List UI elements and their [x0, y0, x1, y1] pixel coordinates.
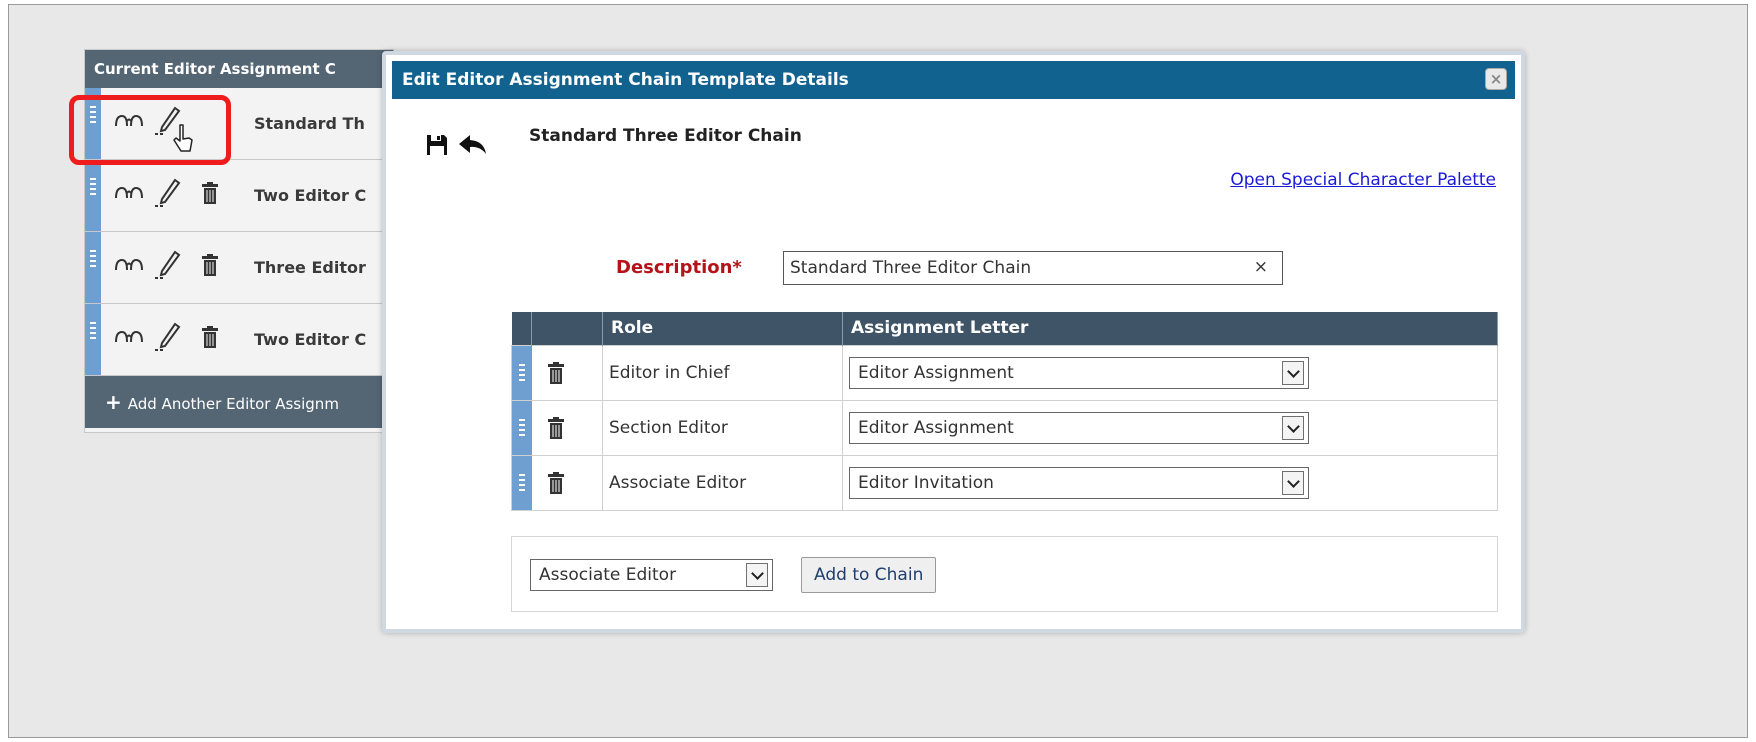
- trash-icon[interactable]: [202, 326, 218, 348]
- letter-cell: Editor Invitation: [842, 454, 1498, 511]
- pencil-icon[interactable]: [155, 178, 181, 208]
- trash-icon[interactable]: [202, 254, 218, 276]
- app-frame: Current Editor Assignment C Standard Th: [8, 4, 1748, 738]
- chain-name-heading: Standard Three Editor Chain: [529, 126, 802, 146]
- trash-icon[interactable]: [548, 471, 564, 494]
- back-arrow-icon[interactable]: [458, 134, 488, 156]
- header-role: Role: [602, 312, 843, 345]
- chain-title[interactable]: Two Editor C: [254, 186, 366, 205]
- chevron-down-icon[interactable]: [746, 563, 768, 587]
- drag-handle-icon[interactable]: [512, 400, 532, 455]
- trash-cell: [531, 454, 603, 511]
- chain-title[interactable]: Two Editor C: [254, 330, 366, 349]
- role-cell: Editor in Chief: [602, 344, 843, 401]
- description-input[interactable]: [784, 252, 1244, 284]
- special-character-palette-link[interactable]: Open Special Character Palette: [1230, 170, 1496, 190]
- close-icon[interactable]: ×: [1485, 68, 1507, 90]
- drag-handle-icon[interactable]: [512, 455, 532, 510]
- select-value: Editor Assignment: [858, 362, 1014, 383]
- add-another-label: Add Another Editor Assignm: [127, 395, 339, 413]
- list-row: Three Editor: [85, 232, 393, 304]
- assignment-letter-select[interactable]: Editor Assignment: [849, 356, 1309, 389]
- plus-icon: +: [105, 390, 122, 414]
- trash-icon[interactable]: [548, 361, 564, 384]
- chevron-down-icon[interactable]: [1282, 360, 1304, 385]
- description-field-wrapper: ×: [783, 251, 1283, 285]
- modal-title: Edit Editor Assignment Chain Template De…: [402, 70, 849, 90]
- handle-cell: [511, 399, 532, 456]
- pencil-icon[interactable]: [155, 322, 181, 352]
- trash-cell: [531, 399, 603, 456]
- clear-icon[interactable]: ×: [1254, 257, 1268, 277]
- highlight-box: [69, 95, 231, 165]
- description-label: Description*: [616, 257, 742, 278]
- table-row: Editor in Chief Editor Assignment: [511, 344, 1498, 401]
- role-cell: Section Editor: [602, 399, 843, 456]
- table-row: Section Editor Editor Assignment: [511, 399, 1498, 456]
- chain-roles-table: Role Assignment Letter Editor in Chief E…: [511, 312, 1498, 511]
- header-actions: [531, 312, 603, 345]
- edit-chain-modal: Edit Editor Assignment Chain Template De…: [382, 51, 1525, 633]
- add-another-chain-button[interactable]: + Add Another Editor Assignm: [85, 376, 393, 428]
- drag-handle-icon[interactable]: [512, 345, 532, 400]
- table-row: Associate Editor Editor Invitation: [511, 454, 1498, 511]
- select-value: Editor Assignment: [858, 417, 1014, 438]
- list-row: Two Editor C: [85, 304, 393, 376]
- select-value: Associate Editor: [539, 565, 677, 585]
- chevron-down-icon[interactable]: [1282, 470, 1304, 495]
- add-to-chain-button[interactable]: Add to Chain: [801, 557, 937, 593]
- add-to-chain-panel: Associate Editor Add to Chain: [511, 536, 1498, 612]
- trash-icon[interactable]: [202, 182, 218, 204]
- drag-handle-icon[interactable]: [85, 304, 101, 375]
- cursor-icon: [173, 124, 193, 152]
- handle-cell: [511, 454, 532, 511]
- chevron-down-icon[interactable]: [1282, 415, 1304, 440]
- chain-title[interactable]: Three Editor: [254, 258, 366, 277]
- drag-handle-icon[interactable]: [85, 160, 101, 231]
- modal-title-bar: Edit Editor Assignment Chain Template De…: [392, 61, 1515, 99]
- save-icon[interactable]: [426, 134, 448, 156]
- list-header: Current Editor Assignment C: [85, 50, 393, 88]
- add-role-select[interactable]: Associate Editor: [530, 559, 773, 591]
- pencil-icon[interactable]: [155, 250, 181, 280]
- select-value: Editor Invitation: [858, 472, 994, 493]
- assignment-letter-select[interactable]: Editor Assignment: [849, 411, 1309, 444]
- chain-title[interactable]: Standard Th: [254, 114, 365, 133]
- glasses-icon[interactable]: [114, 184, 144, 202]
- glasses-icon[interactable]: [114, 256, 144, 274]
- header-assignment-letter: Assignment Letter: [842, 312, 1498, 345]
- header-handle: [511, 312, 532, 345]
- trash-icon[interactable]: [548, 416, 564, 439]
- letter-cell: Editor Assignment: [842, 344, 1498, 401]
- glasses-icon[interactable]: [114, 328, 144, 346]
- role-cell: Associate Editor: [602, 454, 843, 511]
- letter-cell: Editor Assignment: [842, 399, 1498, 456]
- list-row: Two Editor C: [85, 160, 393, 232]
- handle-cell: [511, 344, 532, 401]
- assignment-letter-select[interactable]: Editor Invitation: [849, 466, 1309, 499]
- drag-handle-icon[interactable]: [85, 232, 101, 303]
- trash-cell: [531, 344, 603, 401]
